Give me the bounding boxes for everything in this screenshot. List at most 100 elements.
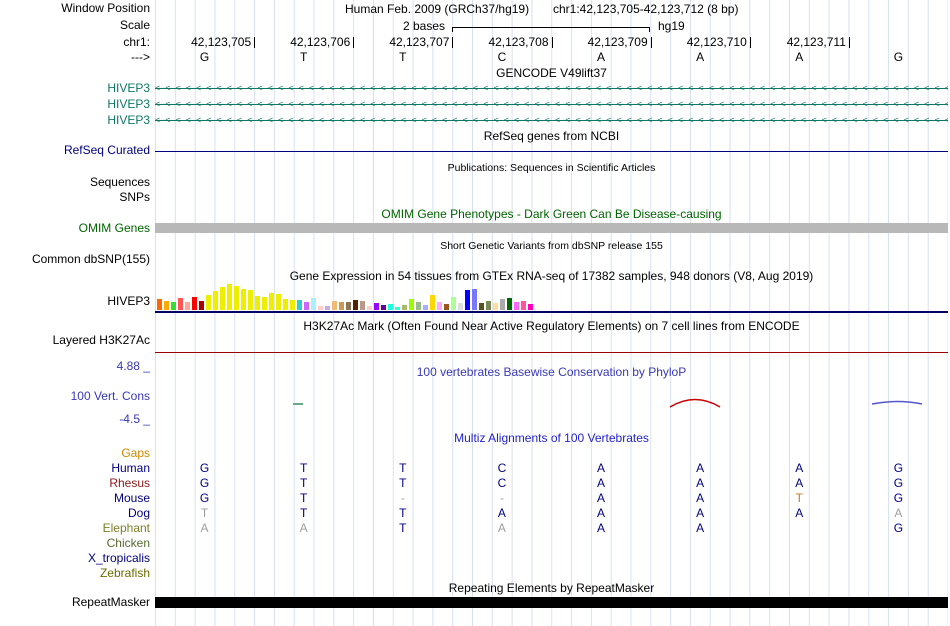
h3k27ac-label[interactable]: Layered H3K27Ac [0, 334, 150, 347]
base-letter: T [399, 50, 407, 64]
species-label-dog[interactable]: Dog [0, 506, 150, 520]
species-label-elephant[interactable]: Elephant [0, 521, 150, 535]
gtex-expression-bar [374, 303, 379, 310]
base-letter: A [597, 50, 606, 64]
base-letter: G [893, 50, 904, 64]
gtex-expression-bar [423, 305, 428, 310]
gtex-expression-bar [311, 298, 316, 310]
refseq-gene-line[interactable] [155, 151, 948, 152]
gtex-gene-label[interactable]: HIVEP3 [0, 295, 150, 308]
omim-track-title: OMIM Gene Phenotypes - Dark Green Can Be… [381, 207, 722, 221]
gtex-expression-bar [220, 287, 225, 310]
gtex-expression-bar [409, 299, 414, 310]
phylop-mark-small [293, 403, 303, 405]
gtex-expression-bar [479, 303, 484, 310]
alignment-base: A [597, 491, 606, 505]
species-label-zebrafish[interactable]: Zebrafish [0, 566, 150, 580]
gtex-expression-bar [451, 297, 456, 310]
refseq-curated-label[interactable]: RefSeq Curated [0, 144, 150, 157]
gtex-expression-bar [395, 307, 400, 310]
alignment-base: C [497, 476, 507, 490]
alignment-base: T [300, 491, 308, 505]
gtex-expression-barchart[interactable] [157, 284, 542, 310]
ruler-coordinate: 42,123,707 [389, 35, 450, 49]
gtex-expression-bar [213, 291, 218, 310]
gtex-expression-bar [430, 295, 435, 310]
ruler-tick [848, 37, 850, 48]
gtex-expression-bar [458, 303, 463, 310]
species-label-human[interactable]: Human [0, 461, 150, 475]
gtex-expression-bar [493, 303, 498, 310]
species-label-rhesus[interactable]: Rhesus [0, 476, 150, 490]
gtex-expression-bar [290, 300, 295, 310]
ruler-tick [650, 37, 652, 48]
phylop-conservation-plot[interactable] [155, 365, 948, 425]
gtex-expression-bar [339, 302, 344, 310]
gencode-transcript-intron[interactable]: <<<<<<<<<<<<<<<<<<<<<<<<<<<<<<<<<<<<<<<<… [155, 114, 948, 127]
omim-gene-bar[interactable] [155, 223, 948, 233]
repeatmasker-label[interactable]: RepeatMasker [0, 596, 150, 609]
gencode-transcript-intron[interactable]: <<<<<<<<<<<<<<<<<<<<<<<<<<<<<<<<<<<<<<<<… [155, 98, 948, 111]
h3k27ac-baseline[interactable] [155, 352, 948, 353]
species-label-x_tropicalis[interactable]: X_tropicalis [0, 551, 150, 565]
base-letter: A [696, 50, 705, 64]
omim-genes-label[interactable]: OMIM Genes [0, 222, 150, 235]
publications-snps-label[interactable]: SNPs [0, 191, 150, 204]
alignment-base: T [399, 521, 407, 535]
gtex-expression-bar [199, 301, 204, 310]
ruler-tick [353, 37, 355, 48]
gtex-expression-bar [164, 301, 169, 310]
h3k27ac-track-title: H3K27Ac Mark (Often Found Near Active Re… [303, 319, 800, 333]
phylop-mark-negative-blue [871, 400, 923, 405]
gencode-gene-label[interactable]: HIVEP3 [0, 98, 150, 111]
scale-label: Scale [119, 18, 150, 32]
gtex-expression-bar [178, 298, 183, 310]
multiz-track-title: Multiz Alignments of 100 Vertebrates [454, 431, 649, 445]
gtex-expression-bar [360, 301, 365, 310]
ruler-tick [749, 37, 751, 48]
gtex-gene-model-line[interactable] [155, 311, 948, 313]
alignment-base: T [300, 461, 308, 475]
base-letter: G [199, 50, 210, 64]
strand-direction-label: ---> [131, 50, 150, 64]
alignment-base: A [597, 461, 606, 475]
gencode-track-title: GENCODE V49lift37 [496, 66, 607, 80]
repeatmasker-element-bar[interactable] [155, 597, 948, 608]
gtex-expression-bar [262, 297, 267, 310]
gtex-expression-bar [507, 298, 512, 310]
window-position-value: chr1:42,123,705-42,123,712 (8 bp) [553, 2, 739, 16]
species-label-chicken[interactable]: Chicken [0, 536, 150, 550]
coordinate-ruler: 42,123,705 42,123,706 42,123,707 42,123,708… [155, 36, 948, 49]
ruler-coordinate: 42,123,708 [488, 35, 549, 49]
ruler-coordinate: 42,123,710 [686, 35, 747, 49]
publications-track-title: Publications: Sequences in Scientific Ar… [447, 162, 656, 174]
multiz-alignment-grid[interactable]: GTTCAAAGGTTCAAAGGT--AATGTTTAAAAAAATAAAG [155, 446, 948, 586]
gencode-gene-label[interactable]: HIVEP3 [0, 82, 150, 95]
repeatmasker-track-title: Repeating Elements by RepeatMasker [448, 581, 655, 595]
species-label-mouse[interactable]: Mouse [0, 491, 150, 505]
species-label-gaps[interactable]: Gaps [0, 446, 150, 460]
intron-line [155, 88, 948, 89]
gtex-expression-bar [206, 295, 211, 310]
alignment-base: A [497, 506, 506, 520]
alignment-base: G [893, 491, 904, 505]
gencode-gene-label[interactable]: HIVEP3 [0, 114, 150, 127]
phylop-label[interactable]: 100 Vert. Cons [0, 390, 150, 403]
alignment-base: G [199, 491, 210, 505]
window-position-label: Window Position [61, 1, 150, 15]
multiz-species-labels: Gaps Human Rhesus Mouse Dog Elephant Chicken X_… [0, 446, 152, 586]
gtex-track-title: Gene Expression in 54 tissues from GTEx … [289, 269, 814, 283]
alignment-base: T [300, 476, 308, 490]
gtex-expression-bar [437, 302, 442, 310]
chromosome-label: chr1: [123, 35, 150, 49]
gencode-transcript-intron[interactable]: <<<<<<<<<<<<<<<<<<<<<<<<<<<<<<<<<<<<<<<<… [155, 82, 948, 95]
publications-sequences-label[interactable]: Sequences [0, 176, 150, 189]
dbsnp-label[interactable]: Common dbSNP(155) [0, 253, 150, 266]
intron-line [155, 120, 948, 121]
base-letter: T [300, 50, 308, 64]
ruler-coordinate: 42,123,711 [786, 35, 846, 49]
scale-bar [452, 27, 650, 32]
alignment-base: G [199, 461, 210, 475]
phylop-max-value: 4.88 _ [116, 359, 150, 373]
base-letter: A [795, 50, 804, 64]
